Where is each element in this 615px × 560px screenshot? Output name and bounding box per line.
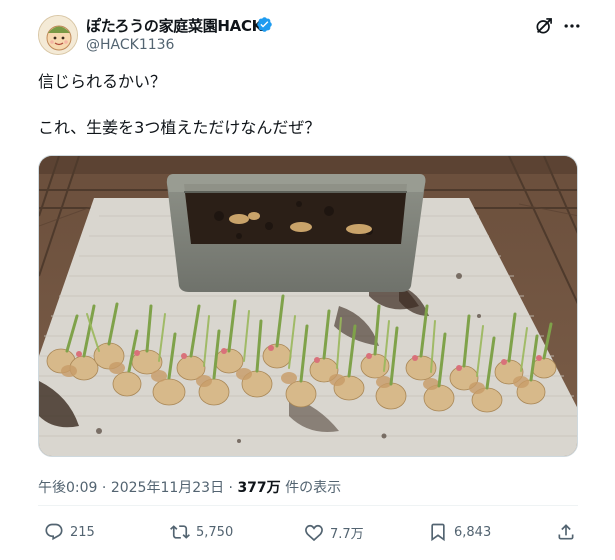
ginger-harvest-photo bbox=[39, 156, 577, 456]
tweet-time[interactable]: 午後0:09 bbox=[38, 480, 97, 496]
tweet-text-line-2: これ、生姜を3つ植えただけなんだぜ？ bbox=[38, 118, 321, 137]
meta-separator: · bbox=[97, 480, 111, 496]
views-label: 件の表示 bbox=[280, 480, 342, 496]
tweet-photo[interactable] bbox=[38, 155, 578, 457]
bookmark-icon bbox=[431, 523, 445, 542]
views-count[interactable]: 377万 bbox=[237, 480, 280, 496]
bookmark-button[interactable]: 6,843 bbox=[428, 521, 491, 543]
meta-separator-2: · bbox=[224, 480, 238, 496]
author-handle[interactable]: @HACK1136 bbox=[86, 37, 174, 53]
tweet-meta: 午後0:09 · 2025年11月23日 · 377万 件の表示 bbox=[38, 477, 341, 497]
more-icon[interactable] bbox=[562, 16, 582, 36]
author-name[interactable]: ぽたろうの家庭菜園HACK bbox=[86, 15, 263, 36]
avatar-image bbox=[39, 16, 77, 54]
tweet-date[interactable]: 2025年11月23日 bbox=[111, 480, 224, 496]
grok-icon[interactable] bbox=[534, 16, 554, 36]
retweet-count: 5,750 bbox=[196, 524, 234, 540]
tweet: ぽたろうの家庭菜園HACK @HACK1136 信じられるかい？ これ、生姜を3… bbox=[0, 0, 615, 560]
tweet-text: 信じられるかい？ これ、生姜を3つ植えただけなんだぜ？ bbox=[38, 70, 578, 139]
divider bbox=[38, 505, 578, 506]
avatar[interactable] bbox=[38, 15, 78, 55]
bookmark-count: 6,843 bbox=[454, 524, 492, 540]
verified-badge-icon bbox=[257, 17, 272, 32]
tweet-text-line-1: 信じられるかい？ bbox=[38, 72, 167, 91]
retweet-icon bbox=[170, 525, 190, 539]
retweet-button[interactable]: 5,750 bbox=[170, 521, 233, 543]
reply-button[interactable]: 215 bbox=[44, 521, 95, 543]
like-count: 7.7万 bbox=[330, 526, 364, 542]
heart-icon bbox=[305, 524, 323, 542]
reply-count: 215 bbox=[70, 524, 95, 540]
like-button[interactable]: 7.7万 bbox=[304, 521, 364, 543]
share-button[interactable] bbox=[556, 521, 582, 543]
reply-icon bbox=[45, 523, 63, 541]
share-icon bbox=[558, 524, 574, 540]
